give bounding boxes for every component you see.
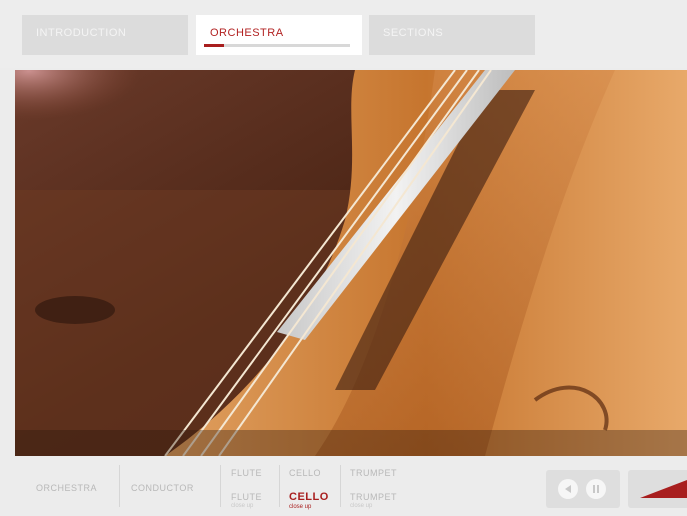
nav-conductor[interactable]: CONDUCTOR [131, 483, 194, 493]
nav-trumpet-label: TRUMPET [350, 492, 397, 502]
nav-trumpet-top-label: TRUMPET [350, 468, 397, 478]
nav-flute-sub: close up [231, 503, 254, 509]
nav-flute-top-label: FLUTE [231, 468, 263, 478]
nav-trumpet-sub: close up [350, 503, 373, 509]
nav-divider [119, 465, 120, 507]
nav-divider [340, 465, 341, 507]
pause-icon [593, 485, 599, 493]
top-navigation: INTRODUCTION ORCHESTRA SECTIONS [0, 0, 687, 68]
nav-conductor-label: CONDUCTOR [131, 483, 194, 493]
pause-button[interactable] [586, 479, 606, 499]
cello-image [15, 70, 687, 456]
tab-introduction[interactable]: INTRODUCTION [22, 15, 188, 55]
nav-flute-label: FLUTE [231, 492, 263, 502]
next-arrow-icon [640, 480, 687, 498]
nav-cello-label: CELLO [289, 491, 329, 503]
tab-progress-fill [204, 44, 225, 47]
nav-cello[interactable]: CELLO close up [289, 491, 329, 510]
nav-trumpet-top[interactable]: TRUMPET [350, 468, 397, 478]
tab-sections[interactable]: SECTIONS [369, 15, 535, 55]
tab-progress-bar [204, 44, 350, 47]
nav-trumpet[interactable]: TRUMPET close up [350, 492, 397, 509]
rewind-button[interactable] [558, 479, 578, 499]
nav-cello-top[interactable]: CELLO [289, 468, 321, 478]
nav-orchestra-label: ORCHESTRA [36, 483, 98, 493]
nav-orchestra[interactable]: ORCHESTRA [36, 483, 97, 493]
tab-label: SECTIONS [383, 27, 444, 39]
next-button[interactable] [628, 470, 687, 508]
nav-flute-top[interactable]: FLUTE [231, 468, 262, 478]
nav-divider [220, 465, 221, 507]
tab-label: INTRODUCTION [36, 27, 127, 39]
rewind-icon [565, 485, 571, 493]
nav-cello-top-label: CELLO [289, 468, 322, 478]
tab-orchestra[interactable]: ORCHESTRA [196, 15, 362, 55]
tab-label: ORCHESTRA [210, 27, 284, 39]
nav-divider [279, 465, 280, 507]
nav-flute[interactable]: FLUTE close up [231, 492, 262, 509]
nav-cello-sub: close up [289, 504, 312, 510]
playback-controls [546, 470, 620, 508]
